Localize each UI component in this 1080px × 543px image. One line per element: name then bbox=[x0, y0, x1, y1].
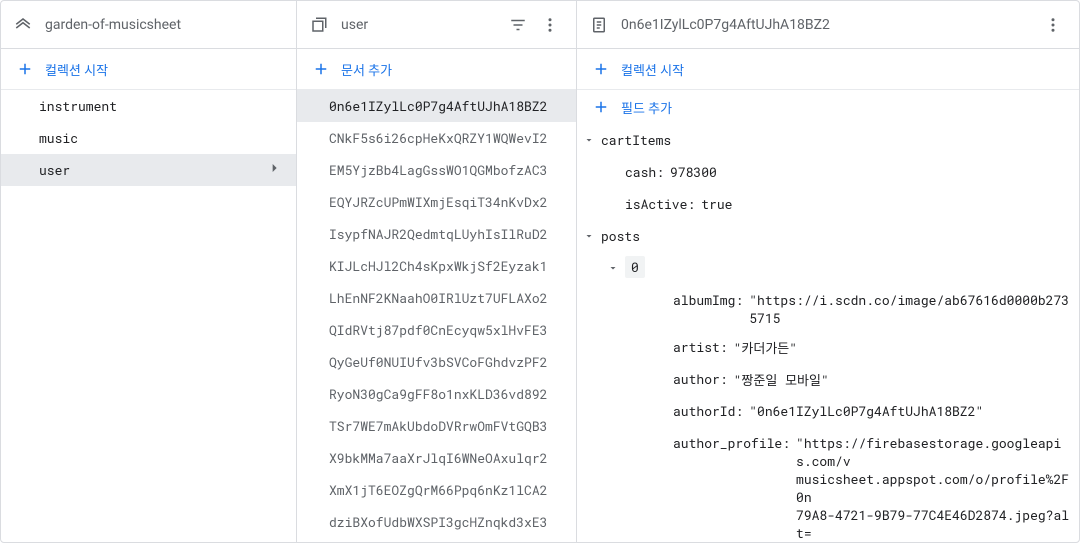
document-id: XmX1jT6EOZgQrM66Ppq6nKz1lCA2 bbox=[329, 481, 547, 499]
document-panel: user 문서 추가 0n6e1IZylLc0P7g4AftUJhA18BZ2 C… bbox=[297, 1, 577, 542]
document-id: dziBXofUdbWXSPI3gcHZnqkd3xE3 bbox=[329, 513, 547, 531]
collection-panel: garden-of-musicsheet 컬렉션 시작 instrumentmu… bbox=[1, 1, 297, 542]
field-key: cartItems bbox=[601, 128, 671, 149]
plus-icon bbox=[311, 59, 331, 79]
document-id: EM5YjzBb4LagGssWO1QGMbofzAC3 bbox=[329, 161, 547, 179]
field-value: true bbox=[701, 192, 732, 213]
panel-header: 0n6e1IZylLc0P7g4AftUJhA18BZ2 bbox=[577, 1, 1079, 49]
document-id: EQYJRZcUPmWIXmjEsqiT34nKvDx2 bbox=[329, 193, 547, 211]
field-value: "0n6e1IZylLc0P7g4AftUJhA18BZ2" bbox=[749, 399, 983, 420]
field-key: posts bbox=[601, 224, 640, 245]
field-panel: 0n6e1IZylLc0P7g4AftUJhA18BZ2 컬렉션 시작 필드 추… bbox=[577, 1, 1079, 542]
chevron-right-icon bbox=[266, 160, 282, 180]
collapse-icon[interactable] bbox=[577, 224, 601, 248]
document-id: X9bkMMa7aaXrJlqI6WNeOAxulqr2 bbox=[329, 449, 547, 467]
field-authorprofile[interactable]: author_profile: "https://firebasestorage… bbox=[577, 427, 1079, 542]
document-id: LhEnNF2KNaahO0IRlUzt7UFLAXo2 bbox=[329, 289, 547, 307]
document-item[interactable]: KIJLcHJl2Ch4sKpxWkjSf2Eyzak1 bbox=[297, 250, 576, 282]
field-value: "짱준일 모바일" bbox=[734, 367, 829, 389]
document-id: CNkF5s6i26cpHeKxQRZY1WQWevI2 bbox=[329, 129, 547, 147]
field-artist[interactable]: artist: "카더가든" bbox=[577, 331, 1079, 363]
field-author[interactable]: author: "짱준일 모바일" bbox=[577, 363, 1079, 395]
start-collection-label: 컬렉션 시작 bbox=[45, 60, 108, 79]
field-cartitems[interactable]: cartItems bbox=[577, 124, 1079, 156]
add-document-button[interactable]: 문서 추가 bbox=[297, 49, 576, 89]
start-collection-button[interactable]: 컬렉션 시작 bbox=[577, 49, 1079, 89]
home-icon bbox=[13, 15, 33, 35]
field-albumimg[interactable]: albumImg: "https://i.scdn.co/image/ab676… bbox=[577, 284, 1079, 331]
plus-icon bbox=[591, 97, 611, 117]
field-cash[interactable]: cash: 978300 bbox=[577, 156, 1079, 188]
document-id: 0n6e1IZylLc0P7g4AftUJhA18BZ2 bbox=[329, 97, 547, 115]
field-key: 0 bbox=[625, 256, 645, 278]
document-item[interactable]: CNkF5s6i26cpHeKxQRZY1WQWevI2 bbox=[297, 122, 576, 154]
start-collection-button[interactable]: 컬렉션 시작 bbox=[1, 49, 296, 89]
field-posts[interactable]: posts bbox=[577, 220, 1079, 252]
field-key: authorId: bbox=[673, 399, 743, 420]
field-value: "카더가든" bbox=[734, 335, 797, 357]
collection-item-user[interactable]: user bbox=[1, 154, 296, 186]
field-value: 978300 bbox=[670, 160, 717, 181]
document-item[interactable]: QyGeUf0NUIUfv3bSVCoFGhdvzPF2 bbox=[297, 346, 576, 378]
collection-item-music[interactable]: music bbox=[1, 122, 296, 154]
field-authorid[interactable]: authorId: "0n6e1IZylLc0P7g4AftUJhA18BZ2" bbox=[577, 395, 1079, 427]
add-field-label: 필드 추가 bbox=[621, 98, 672, 117]
document-item[interactable]: IsypfNAJR2QedmtqLUyhIsIlRuD2 bbox=[297, 218, 576, 250]
plus-icon bbox=[591, 59, 611, 79]
document-item[interactable]: 0n6e1IZylLc0P7g4AftUJhA18BZ2 bbox=[297, 90, 576, 122]
field-key: author_profile: bbox=[673, 431, 790, 452]
document-id: QyGeUf0NUIUfv3bSVCoFGhdvzPF2 bbox=[329, 353, 547, 371]
more-icon[interactable] bbox=[1039, 11, 1067, 39]
field-value: "https://i.scdn.co/image/ab67616d0000b27… bbox=[749, 288, 1071, 327]
panel-header: user bbox=[297, 1, 576, 49]
field-index-0[interactable]: 0 bbox=[577, 252, 1079, 284]
start-collection-label: 컬렉션 시작 bbox=[621, 60, 684, 79]
field-key: albumImg: bbox=[673, 288, 743, 309]
document-item[interactable]: EM5YjzBb4LagGssWO1QGMbofzAC3 bbox=[297, 154, 576, 186]
field-value: "https://firebasestorage.googleapis.com/… bbox=[796, 431, 1071, 542]
more-icon[interactable] bbox=[536, 11, 564, 39]
collapse-icon[interactable] bbox=[577, 128, 601, 152]
collapse-icon[interactable] bbox=[601, 256, 625, 280]
collection-item-instrument[interactable]: instrument bbox=[1, 90, 296, 122]
field-key: isActive: bbox=[625, 192, 695, 213]
field-isactive[interactable]: isActive: true bbox=[577, 188, 1079, 220]
add-document-label: 문서 추가 bbox=[341, 60, 392, 79]
document-item[interactable]: QIdRVtj87pdf0CnEcyqw5xlHvFE3 bbox=[297, 314, 576, 346]
field-list: cartItems cash: 978300 isActive: true po… bbox=[577, 124, 1079, 542]
field-key: author: bbox=[673, 367, 728, 388]
document-id: QIdRVtj87pdf0CnEcyqw5xlHvFE3 bbox=[329, 321, 547, 339]
document-item[interactable]: EQYJRZcUPmWIXmjEsqiT34nKvDx2 bbox=[297, 186, 576, 218]
document-id: RyoN30gCa9gFF8o1nxKLD36vd892 bbox=[329, 385, 547, 403]
document-item[interactable]: XmX1jT6EOZgQrM66Ppq6nKz1lCA2 bbox=[297, 474, 576, 506]
field-key: cash: bbox=[625, 160, 664, 181]
document-item[interactable]: dziBXofUdbWXSPI3gcHZnqkd3xE3 bbox=[297, 506, 576, 538]
root-title: garden-of-musicsheet bbox=[45, 17, 284, 33]
add-field-button[interactable]: 필드 추가 bbox=[577, 90, 1079, 124]
document-icon bbox=[589, 15, 609, 35]
document-title: 0n6e1IZylLc0P7g4AftUJhA18BZ2 bbox=[621, 17, 1039, 33]
collection-list: instrumentmusicuser bbox=[1, 90, 296, 542]
document-id: KIJLcHJl2Ch4sKpxWkjSf2Eyzak1 bbox=[329, 257, 547, 275]
collection-title: user bbox=[341, 17, 504, 33]
document-item[interactable]: TSr7WE7mAkUbdoDVRrwOmFVtGQB3 bbox=[297, 410, 576, 442]
plus-icon bbox=[15, 59, 35, 79]
document-item[interactable]: RyoN30gCa9gFF8o1nxKLD36vd892 bbox=[297, 378, 576, 410]
document-item[interactable]: X9bkMMa7aaXrJlqI6WNeOAxulqr2 bbox=[297, 442, 576, 474]
document-list: 0n6e1IZylLc0P7g4AftUJhA18BZ2 CNkF5s6i26cp… bbox=[297, 90, 576, 542]
document-item[interactable]: LhEnNF2KNaahO0IRlUzt7UFLAXo2 bbox=[297, 282, 576, 314]
panel-header: garden-of-musicsheet bbox=[1, 1, 296, 49]
document-id: TSr7WE7mAkUbdoDVRrwOmFVtGQB3 bbox=[329, 417, 547, 435]
document-id: IsypfNAJR2QedmtqLUyhIsIlRuD2 bbox=[329, 225, 547, 243]
field-key: artist: bbox=[673, 335, 728, 356]
collection-icon bbox=[309, 15, 329, 35]
filter-icon[interactable] bbox=[504, 11, 532, 39]
